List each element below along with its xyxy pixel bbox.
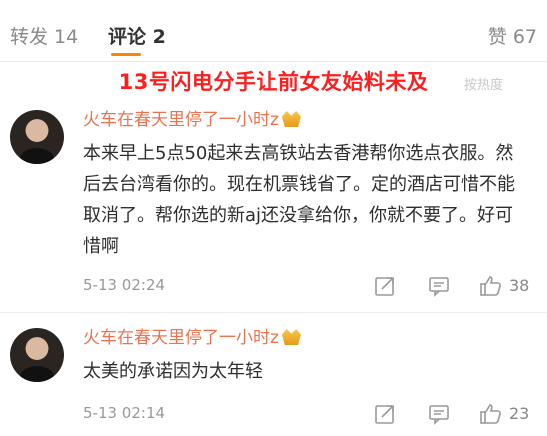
like-count: 23 xyxy=(509,404,530,423)
avatar[interactable] xyxy=(10,110,64,164)
comment-item: 火车在春天里停了一小时z 太美的承诺因为太年轻 5-13 02:14 23 xyxy=(0,318,547,436)
tab-like[interactable]: 赞 67 xyxy=(488,22,537,49)
vip-crown-icon xyxy=(281,329,301,345)
comment-time: 5-13 02:24 xyxy=(83,276,166,294)
tab-repost[interactable]: 转发 14 xyxy=(10,22,78,49)
comment-tabs: 转发 14 评论 2 赞 67 xyxy=(0,0,547,62)
reply-icon[interactable] xyxy=(427,402,453,426)
comment-divider xyxy=(0,312,547,313)
repost-icon[interactable] xyxy=(373,274,399,298)
username[interactable]: 火车在春天里停了一小时z xyxy=(83,328,279,348)
comment-text: 太美的承诺因为太年轻 xyxy=(83,361,263,382)
active-tab-indicator xyxy=(111,53,141,56)
comment-time: 5-13 02:14 xyxy=(83,404,166,422)
comment-meta: 5-13 02:14 23 xyxy=(83,400,533,428)
caption-text: 13号闪电分手让前女友始料未及 xyxy=(118,70,429,94)
thumbs-up-icon[interactable] xyxy=(479,274,505,298)
comment-item: 火车在春天里停了一小时z 本来早上5点50起来去高铁站去香港帮你选点衣服。然后去… xyxy=(0,100,547,310)
comment-author: 火车在春天里停了一小时z xyxy=(83,105,301,130)
caption-banner: 按热度 13号闪电分手让前女友始料未及 xyxy=(0,62,547,96)
vip-crown-icon xyxy=(281,111,301,127)
thumbs-up-icon[interactable] xyxy=(479,402,505,426)
tab-comment[interactable]: 评论 2 xyxy=(108,22,547,49)
comment-meta: 5-13 02:24 38 xyxy=(83,272,533,300)
comment-author: 火车在春天里停了一小时z xyxy=(83,323,301,348)
like-count: 38 xyxy=(509,276,530,295)
repost-icon[interactable] xyxy=(373,402,399,426)
avatar[interactable] xyxy=(10,328,64,382)
comment-text: 本来早上5点50起来去高铁站去香港帮你选点衣服。然后去台湾看你的。现在机票钱省了… xyxy=(83,143,515,257)
reply-icon[interactable] xyxy=(427,274,453,298)
username[interactable]: 火车在春天里停了一小时z xyxy=(83,110,279,130)
